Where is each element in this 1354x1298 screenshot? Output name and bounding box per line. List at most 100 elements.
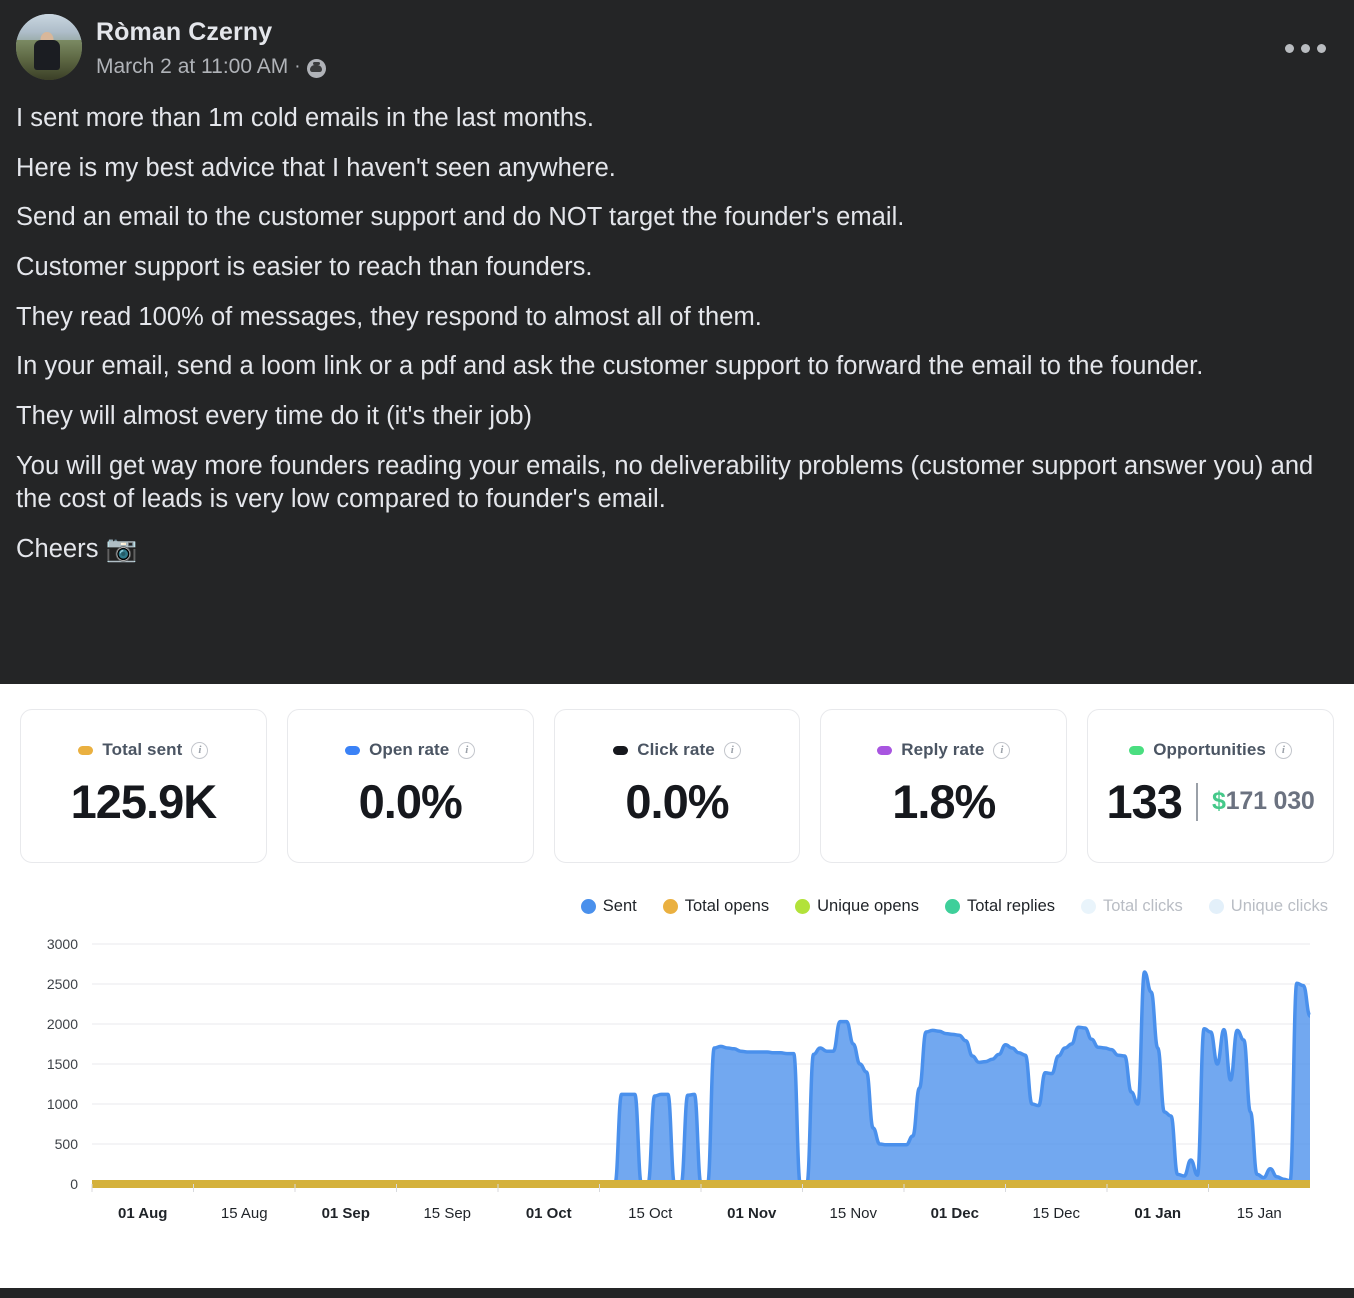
legend-label: Total clicks xyxy=(1103,897,1183,915)
analytics-dashboard: Total sent i 125.9K Open rate i 0.0% Cli… xyxy=(0,684,1354,1288)
x-axis-tick-label: 15 Dec xyxy=(1032,1205,1080,1222)
metric-card-label: Click rate i xyxy=(613,740,741,760)
ellipsis-dot-icon xyxy=(1317,44,1326,53)
total-sent-color-dot-icon xyxy=(78,745,94,755)
legend-item-total-clicks[interactable]: Total clicks xyxy=(1081,897,1183,916)
post-paragraph: Here is my best advice that I haven't se… xyxy=(16,153,616,182)
opportunities-revenue-amount: 171 030 xyxy=(1225,787,1315,815)
post-author-name[interactable]: Ròman Czerny xyxy=(96,18,326,48)
legend-label: Unique clicks xyxy=(1230,897,1328,915)
metric-value: 1.8% xyxy=(892,775,996,828)
metric-cards: Total sent i 125.9K Open rate i 0.0% Cli… xyxy=(0,684,1354,863)
metric-card-click-rate[interactable]: Click rate i 0.0% xyxy=(553,709,801,863)
bottom-bar xyxy=(0,1288,1354,1298)
click-rate-color-dot-icon xyxy=(613,745,629,755)
metric-value: 133 $171 030 xyxy=(1107,774,1315,829)
info-icon[interactable]: i xyxy=(191,741,209,759)
metric-card-open-rate[interactable]: Open rate i 0.0% xyxy=(286,709,534,863)
chart-y-axis-labels: 0 500 1000 1500 2000 2500 3000 xyxy=(47,936,78,1192)
metric-value: 125.9K xyxy=(70,775,218,828)
public-audience-icon[interactable] xyxy=(306,59,326,78)
legend-item-unique-opens[interactable]: Unique opens xyxy=(795,897,919,916)
metric-label-text: Click rate xyxy=(637,740,715,759)
x-axis-tick-label: 15 Sep xyxy=(423,1205,471,1222)
timeseries-chart[interactable]: 0 500 1000 1500 2000 2500 3000 01 Aug 15 Aug 01 … xyxy=(0,934,1354,1234)
post-header: Ròman Czerny March 2 at 11:00 AM · xyxy=(16,14,1338,80)
legend-label: Sent xyxy=(602,897,637,915)
x-axis-tick-label: 15 Nov xyxy=(829,1205,877,1222)
more-options-button[interactable] xyxy=(1277,36,1334,61)
info-icon[interactable]: i xyxy=(1274,741,1292,759)
info-icon[interactable]: i xyxy=(993,741,1011,759)
y-axis-tick-label: 3000 xyxy=(47,936,78,952)
info-icon[interactable]: i xyxy=(458,741,476,759)
post-timestamp[interactable]: March 2 at 11:00 AM xyxy=(96,55,288,79)
y-axis-tick-label: 1000 xyxy=(47,1096,78,1112)
legend-item-total-opens[interactable]: Total opens xyxy=(662,897,770,916)
x-axis-tick-label: 01 Oct xyxy=(526,1205,572,1222)
metric-card-label: Open rate i xyxy=(345,740,476,760)
opportunities-revenue: $171 030 xyxy=(1212,787,1315,816)
legend-item-total-replies[interactable]: Total replies xyxy=(944,897,1055,916)
metric-card-label: Reply rate i xyxy=(877,740,1011,760)
post-paragraph: Customer support is easier to reach than… xyxy=(16,252,593,281)
post-paragraph: They will almost every time do it (it's … xyxy=(16,401,533,430)
meta-separator: · xyxy=(294,55,301,77)
opportunities-color-dot-icon xyxy=(1129,745,1145,755)
metric-label-text: Reply rate xyxy=(901,740,985,759)
legend-dot-icon xyxy=(580,899,596,914)
chart-x-axis-labels: 01 Aug 15 Aug 01 Sep 15 Sep 01 Oct 15 Oct 01 N… xyxy=(91,1184,1282,1222)
metric-label-text: Open rate xyxy=(369,740,450,759)
currency-symbol: $ xyxy=(1211,787,1226,815)
post-meta: March 2 at 11:00 AM · xyxy=(96,55,326,79)
post-paragraph: Cheers 📷 xyxy=(16,534,138,563)
x-axis-tick-label: 15 Oct xyxy=(628,1205,673,1222)
avatar-body xyxy=(34,40,61,71)
info-icon[interactable]: i xyxy=(723,741,741,759)
social-post: Ròman Czerny March 2 at 11:00 AM · I sen… xyxy=(0,0,1354,684)
metric-value: 0.0% xyxy=(358,775,463,828)
y-axis-tick-label: 2500 xyxy=(47,976,78,992)
screenshot-root: Ròman Czerny March 2 at 11:00 AM · I sen… xyxy=(0,0,1354,1298)
reply-rate-color-dot-icon xyxy=(877,745,893,755)
x-axis-tick-label: 15 Aug xyxy=(221,1205,268,1222)
y-axis-tick-label: 2000 xyxy=(47,1016,78,1032)
metric-card-label: Opportunities i xyxy=(1129,740,1292,760)
metric-card-label: Total sent i xyxy=(78,740,209,760)
legend-dot-icon xyxy=(662,899,678,914)
post-paragraph: In your email, send a loom link or a pdf… xyxy=(16,352,1204,381)
legend-label: Total replies xyxy=(966,897,1055,915)
post-paragraph: I sent more than 1m cold emails in the l… xyxy=(16,104,594,132)
metric-card-opportunities[interactable]: Opportunities i 133 $171 030 xyxy=(1087,709,1334,863)
metric-card-reply-rate[interactable]: Reply rate i 1.8% xyxy=(820,709,1068,863)
value-divider xyxy=(1195,782,1198,821)
post-paragraph: You will get way more founders reading y… xyxy=(16,451,1314,514)
avatar[interactable] xyxy=(16,14,82,80)
x-axis-tick-label: 15 Jan xyxy=(1237,1205,1282,1222)
chart-legend: Sent Total opens Unique opens Total repl… xyxy=(0,863,1354,916)
y-axis-tick-label: 1500 xyxy=(47,1056,78,1072)
metric-label-text: Total sent xyxy=(102,740,183,759)
legend-label: Total opens xyxy=(684,897,770,915)
chart-svg: 050010001500200025003000 01 Aug 15 Aug 01 … xyxy=(47,936,1312,1222)
open-rate-color-dot-icon xyxy=(345,745,361,755)
legend-dot-icon xyxy=(1208,899,1224,914)
x-axis-tick-label: 01 Sep xyxy=(322,1205,370,1222)
ellipsis-dot-icon xyxy=(1285,44,1294,53)
legend-item-sent[interactable]: Sent xyxy=(580,897,637,916)
x-axis-tick-label: 01 Jan xyxy=(1134,1205,1181,1222)
legend-dot-icon xyxy=(795,899,811,914)
post-text: I sent more than 1m cold emails in the l… xyxy=(16,102,1338,567)
ellipsis-dot-icon xyxy=(1301,44,1310,53)
legend-item-unique-clicks[interactable]: Unique clicks xyxy=(1208,897,1328,916)
opportunities-count: 133 xyxy=(1106,775,1183,828)
post-paragraph: Send an email to the customer support an… xyxy=(16,203,905,232)
x-axis-tick-label: 01 Nov xyxy=(727,1205,777,1222)
chart-plot-area xyxy=(91,970,1312,1188)
legend-dot-icon xyxy=(1081,899,1096,914)
metric-label-text: Opportunities xyxy=(1153,740,1266,759)
metric-value: 0.0% xyxy=(625,775,729,828)
legend-label: Unique opens xyxy=(817,897,919,915)
x-axis-tick-label: 01 Dec xyxy=(931,1205,979,1222)
metric-card-total-sent[interactable]: Total sent i 125.9K xyxy=(20,709,267,863)
